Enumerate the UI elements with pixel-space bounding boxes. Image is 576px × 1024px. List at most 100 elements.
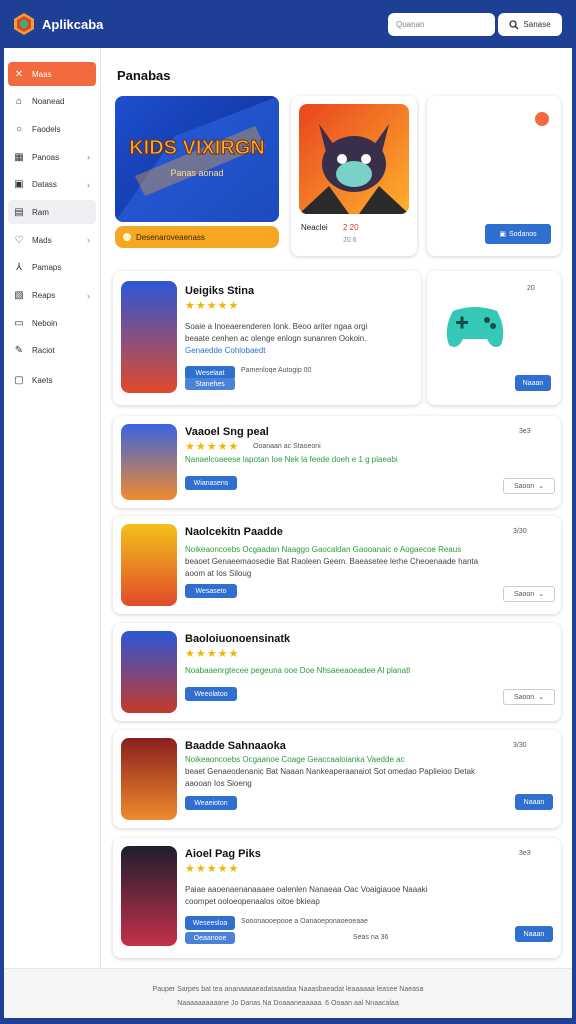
sidebar-item-label: Kaets (32, 376, 53, 386)
sort-select[interactable]: Saoon ⌄ (503, 586, 555, 602)
game-title: Vaaoel Sng peal (185, 426, 269, 438)
grid-icon: ▣ (499, 231, 506, 238)
description-line: aoom at Ios Siloug (185, 569, 252, 578)
home-icon: ⌂ (15, 96, 23, 108)
chevron-down-icon: ⌄ (538, 591, 545, 598)
description-line: Soaie a Inoeaerenderen Ionk. Beoo ariter… (185, 322, 368, 331)
chevron-right-icon: › (87, 235, 90, 246)
game-meta: 3e3 (519, 850, 531, 857)
game-title: Ueigiks Stina (185, 285, 255, 297)
action-button[interactable]: Naaan (515, 794, 553, 810)
banner-subtitle: Panas aonad (170, 168, 223, 178)
description-line: beaet Genaeodenanic Bat Naaan Nankeapera… (185, 767, 475, 776)
play-button[interactable]: Weeolatoo (185, 687, 237, 701)
tile-caption: Neaclei (301, 223, 328, 232)
controller-meta: 20 (527, 285, 535, 292)
controller-card[interactable]: 20 Naaan (427, 271, 561, 405)
game-tag: Pamenloqe Autogip 00 (241, 367, 312, 374)
chevron-down-icon: ⌄ (538, 694, 545, 701)
tile-meta-secondary: 20 6 (343, 237, 357, 244)
sidebar-item-faodels[interactable]: ○ Faodels (8, 117, 96, 141)
search-input[interactable]: Quanan (388, 13, 495, 36)
tile-meta: 2 20 (343, 223, 359, 232)
game-description: Noikeaoncoebs Ocgaanoe Coage Geaccaaloia… (185, 754, 551, 790)
gamepad-icon: ✕ (14, 68, 24, 80)
featured-tile[interactable]: Neaclei 2 20 20 6 (291, 96, 417, 256)
sidebar-item-reaps[interactable]: ▧ Reaps › (8, 284, 96, 308)
sidebar-item-kaets[interactable]: ▢ Kaets (8, 369, 96, 393)
cta-card: ▣ Sodanos (427, 96, 561, 256)
footer: Pauper Sarpes bat tea ananaaaaeadataaada… (4, 968, 572, 1018)
game-card[interactable]: Aioel Pag Piks 3e3 ★★★★★ Paiae aaoenaena… (113, 838, 561, 958)
game-description: Noikeaoncoebs Ocgaadan Naaggo Gaocaldan … (185, 544, 551, 580)
game-tag-secondary: Seas na 36 (353, 934, 389, 941)
sidebar-item-neboin[interactable]: ▭ Neboin (8, 311, 96, 335)
sort-select[interactable]: Saoon ⌄ (503, 478, 555, 494)
game-meta: 3/30 (513, 528, 527, 535)
rating-stars: ★★★★★ (185, 648, 240, 660)
game-card[interactable]: Ueigiks Stina ★★★★★ Soaie a Inoeaerender… (113, 271, 421, 405)
grid-icon: ▦ (14, 151, 24, 163)
featured-banner[interactable]: KIDS VIXIRGN Panas aonad (115, 96, 279, 222)
folder-icon: ▢ (14, 375, 24, 387)
description-line: Noikeaoncoebs Ocgaadan Naaggo Gaocaldan … (185, 545, 462, 554)
sidebar-item-label: Raciot (32, 346, 55, 356)
chevron-down-icon: ⌄ (538, 483, 545, 490)
sidebar-item-noanead[interactable]: ⌂ Noanead (8, 90, 96, 114)
secondary-button[interactable]: Stanehes (185, 378, 235, 390)
game-card[interactable]: Naolcekitn Paadde 3/30 Noikeaoncoebs Ocg… (113, 516, 561, 614)
sidebar-item-mads[interactable]: ♡ Mads › (8, 228, 96, 252)
game-meta: 3e3 (519, 428, 531, 435)
description-line: coompet ooloeopenaalos oitoe bkieap (185, 897, 320, 906)
description-line: Paiae aaoenaenanaaaee oalenlen Nanaeaa O… (185, 885, 428, 894)
sidebar-item-label: Mads (32, 235, 52, 245)
controller-button[interactable]: Naaan (515, 375, 551, 391)
game-card[interactable]: Baoloiuonoensinatk ★★★★★ Noabaaenrgtecee… (113, 623, 561, 721)
run-icon: ⅄ (15, 262, 23, 274)
sidebar-item-ram[interactable]: ▤ Ram (8, 200, 96, 225)
cta-button[interactable]: ▣ Sodanos (485, 224, 551, 244)
play-button[interactable]: Wesaseto (185, 584, 237, 598)
sidebar-item-datass[interactable]: ▣ Datass › (8, 173, 96, 197)
coin-icon (123, 233, 131, 241)
banner-art: KIDS VIXIRGN Panas aonad (115, 96, 279, 222)
rating-stars: ★★★★★ (185, 863, 240, 875)
search-button-label: Sanase (523, 20, 551, 29)
secondary-button[interactable]: Oeaanooe (185, 932, 235, 944)
footer-line: Pauper Sarpes bat tea ananaaaaeadataaada… (152, 986, 424, 993)
chevron-right-icon: › (87, 152, 90, 163)
edit-icon: ✎ (14, 345, 24, 357)
sidebar-item-label: Reaps (32, 291, 56, 300)
game-card[interactable]: Baadde Sahnaaoka 3/30 Noikeaoncoebs Ocga… (113, 730, 561, 828)
app-title: Aplikcaba (42, 16, 104, 32)
game-description: Paiae aaoenaenanaaaee oalenlen Nanaeaa O… (185, 884, 551, 908)
game-title: Aioel Pag Piks (185, 848, 261, 860)
notification-icon (535, 112, 549, 126)
app-logo-icon (14, 13, 34, 35)
game-title: Baoloiuonoensinatk (185, 633, 291, 645)
action-button[interactable]: Naaan (515, 926, 553, 942)
banner-pill-label: Desenaroveaenass (136, 232, 205, 242)
sort-select[interactable]: Saoon ⌄ (503, 689, 555, 705)
game-description: Noabaaenrgtecee pegeuna ooe Doe Nhsaeeao… (185, 666, 411, 675)
gamepad-icon (446, 307, 504, 347)
search-button[interactable]: Sanase (498, 13, 562, 36)
sidebar-item-pamaps[interactable]: ⅄ Pamaps (8, 256, 96, 280)
banner-pill[interactable]: Desenaroveaenass (115, 226, 279, 248)
search-icon (509, 19, 519, 29)
cta-button-label: Sodanos (508, 230, 537, 238)
description-link[interactable]: Genaedde Cohlobaedt (185, 345, 413, 357)
play-button[interactable]: Wianasens (185, 476, 237, 490)
sidebar-item-maas[interactable]: ✕ Maas (8, 62, 96, 86)
play-button[interactable]: Weseesloa (185, 916, 235, 930)
sidebar-item-raciot[interactable]: ✎ Raciot (8, 339, 96, 363)
select-value: Saoon (513, 590, 535, 598)
play-button[interactable]: Weaeioton (185, 796, 237, 810)
game-card[interactable]: Vaaoel Sng peal 3e3 ★★★★★ Ooanaan ac Sta… (113, 416, 561, 508)
rating-stars: ★★★★★ (185, 441, 240, 453)
sidebar-item-panoas[interactable]: ▦ Panoas › (8, 145, 96, 169)
monitor-icon: ▭ (14, 317, 24, 329)
game-description: Soaie a Inoeaerenderen Ionk. Beoo ariter… (185, 321, 413, 357)
select-value: Saoon (513, 482, 535, 490)
heart-icon: ♡ (14, 234, 24, 246)
